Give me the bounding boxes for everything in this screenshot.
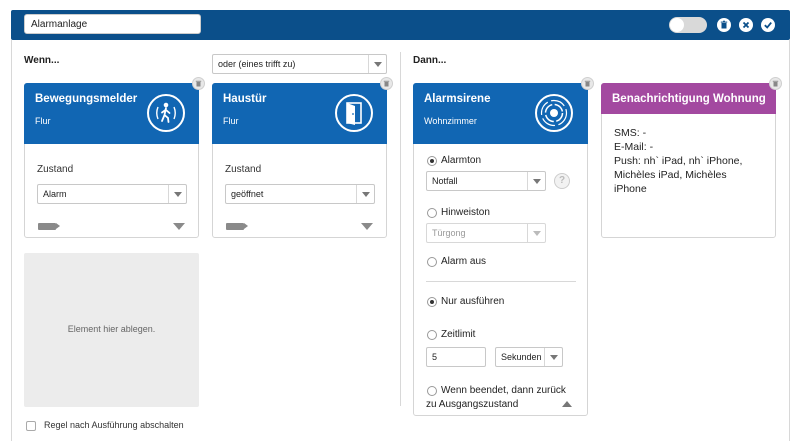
tag-icon[interactable] <box>226 223 248 230</box>
trash-icon <box>720 20 728 29</box>
alarmton-select[interactable]: Notfall <box>426 171 546 191</box>
drop-zone-text: Element hier ablegen. <box>67 324 156 334</box>
hinweiston-select[interactable]: Türgong <box>426 223 546 243</box>
expand-triangle-icon[interactable] <box>361 223 373 230</box>
notification-email: E-Mail: - <box>614 141 654 153</box>
checkmark-icon <box>764 22 772 29</box>
delete-trigger-button[interactable] <box>380 77 393 90</box>
card-header: Alarmsirene Wohnzimmer <box>413 83 588 144</box>
condition-mode-select[interactable]: oder (eines trifft zu) <box>212 54 387 74</box>
siren-icon <box>535 94 573 132</box>
rule-enabled-toggle[interactable] <box>669 17 707 33</box>
state-select-value: geöffnet <box>231 189 264 199</box>
trigger-card-motion[interactable]: Bewegungsmelder Flur Zustand Alarm <box>24 83 199 238</box>
state-label: Zustand <box>37 164 74 175</box>
chevron-down-icon <box>544 348 562 366</box>
disable-after-run-checkbox[interactable] <box>26 421 36 431</box>
trigger-title: Haustür <box>223 93 267 105</box>
alarmton-value: Notfall <box>432 176 458 186</box>
expand-triangle-icon[interactable] <box>173 223 185 230</box>
chevron-down-icon <box>527 172 545 190</box>
condition-mode-value: oder (eines trifft zu) <box>218 59 296 69</box>
delete-trigger-button[interactable] <box>192 77 205 90</box>
close-button[interactable] <box>739 18 753 32</box>
rule-header-bar <box>11 10 790 40</box>
action-title: Alarmsirene <box>424 93 491 105</box>
chevron-down-icon <box>356 185 374 203</box>
notification-details: SMS: - E-Mail: - Push: nh` iPad, nh` iPh… <box>614 126 774 196</box>
action-title: Benachrichtigung Wohnung <box>612 93 766 105</box>
drop-zone[interactable]: Element hier ablegen. <box>24 253 199 407</box>
wenn-beendet-label-line1: Wenn beendet, dann zurück <box>441 385 566 396</box>
tag-icon[interactable] <box>38 223 60 230</box>
action-card-siren[interactable]: Alarmsirene Wohnzimmer Alarmton Notfall … <box>413 83 588 416</box>
hinweiston-radio[interactable] <box>427 208 437 218</box>
nur-ausfuehren-label: Nur ausführen <box>441 296 505 307</box>
alarmton-label: Alarmton <box>441 155 482 166</box>
trigger-room: Flur <box>35 116 51 126</box>
card-header: Bewegungsmelder Flur <box>24 83 199 144</box>
notification-push-cont: Michèles iPad, Michèles <box>614 169 727 181</box>
trash-icon <box>383 80 390 87</box>
hinweiston-value: Türgong <box>432 228 466 238</box>
divider <box>426 281 576 282</box>
trash-icon <box>195 80 202 87</box>
motion-person-icon <box>147 94 185 132</box>
zeitlimit-value-input[interactable] <box>426 347 486 367</box>
notification-push: Push: nh` iPad, nh` iPhone, <box>614 155 743 167</box>
zeitlimit-unit-value: Sekunden <box>501 352 542 362</box>
delete-rule-button[interactable] <box>717 18 731 32</box>
state-label: Zustand <box>225 164 262 175</box>
card-header: Benachrichtigung Wohnung <box>601 83 776 114</box>
if-section-label: Wenn... <box>24 55 60 66</box>
notification-sms: SMS: - <box>614 127 647 139</box>
action-room: Wohnzimmer <box>424 116 477 126</box>
alarm-aus-radio[interactable] <box>427 257 437 267</box>
zeitlimit-radio[interactable] <box>427 330 437 340</box>
card-header: Haustür Flur <box>212 83 387 144</box>
state-select-value: Alarm <box>43 189 67 199</box>
trigger-title: Bewegungsmelder <box>35 93 138 105</box>
state-select[interactable]: geöffnet <box>225 184 375 204</box>
hinweiston-label: Hinweiston <box>441 207 490 218</box>
rule-name-input[interactable] <box>24 14 201 34</box>
chevron-down-icon <box>368 55 386 73</box>
action-card-notification[interactable]: Benachrichtigung Wohnung SMS: - E-Mail: … <box>601 83 776 238</box>
alarmton-radio[interactable] <box>427 156 437 166</box>
close-icon <box>742 21 750 29</box>
trash-icon <box>772 80 779 87</box>
help-icon[interactable]: ? <box>554 173 570 189</box>
wenn-beendet-radio[interactable] <box>427 386 437 396</box>
chevron-down-icon <box>168 185 186 203</box>
trash-icon <box>584 80 591 87</box>
chevron-down-icon <box>527 224 545 242</box>
trigger-card-door[interactable]: Haustür Flur Zustand geöffnet <box>212 83 387 238</box>
alarm-aus-label: Alarm aus <box>441 256 487 267</box>
door-icon <box>335 94 373 132</box>
delete-action-button[interactable] <box>581 77 594 90</box>
then-section-label: Dann... <box>413 55 447 66</box>
notification-push-cont2: iPhone <box>614 183 647 195</box>
nur-ausfuehren-radio[interactable] <box>427 297 437 307</box>
collapse-triangle-icon[interactable] <box>562 401 572 407</box>
zeitlimit-unit-select[interactable]: Sekunden <box>495 347 563 367</box>
state-select[interactable]: Alarm <box>37 184 187 204</box>
zeitlimit-label: Zeitlimit <box>441 329 476 340</box>
delete-action-button[interactable] <box>769 77 782 90</box>
disable-after-run-label: Regel nach Ausführung abschalten <box>44 420 184 430</box>
section-divider <box>400 52 401 406</box>
trigger-room: Flur <box>223 116 239 126</box>
wenn-beendet-label-line2: zu Ausgangszustand <box>426 399 519 410</box>
save-button[interactable] <box>761 18 775 32</box>
toggle-knob <box>670 18 684 32</box>
